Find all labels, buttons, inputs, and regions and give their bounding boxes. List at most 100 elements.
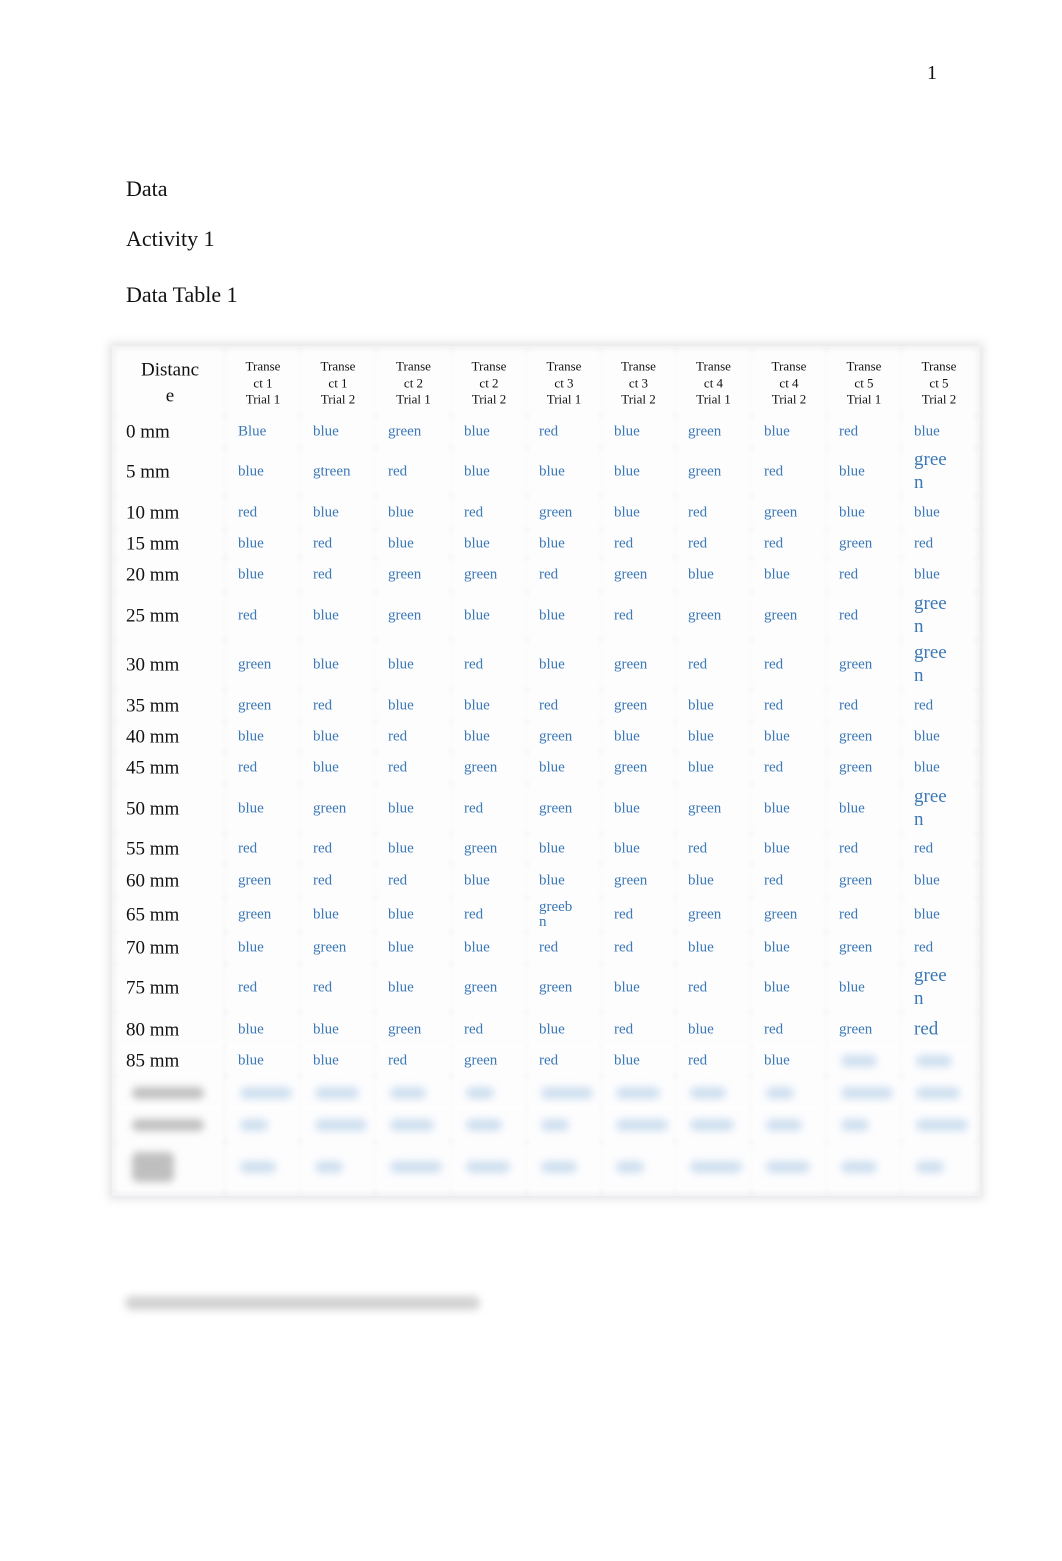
- table-cell: red: [228, 836, 298, 862]
- table-cell: blue: [454, 532, 524, 556]
- cell-value: blue: [313, 607, 339, 624]
- cell-value: green: [764, 607, 798, 624]
- table-cell: green: [228, 900, 298, 930]
- cell-value: blue: [388, 535, 414, 552]
- table-cell: blue: [678, 754, 749, 782]
- distance-cell: 45 mm: [118, 754, 222, 782]
- distance-label: 55 mm: [126, 838, 180, 860]
- table-cell: green: [604, 866, 673, 896]
- table-cell: red: [454, 642, 524, 688]
- cell-value: green: [388, 566, 422, 583]
- cell-value: red: [238, 840, 258, 857]
- cell-value: blue: [464, 728, 490, 745]
- table-cell-blurred: [754, 1078, 824, 1108]
- table-cell: blue: [604, 1048, 673, 1074]
- distance-label: 15 mm: [126, 533, 180, 555]
- cell-value: green: [614, 566, 648, 583]
- blurred-distance: [132, 1119, 204, 1131]
- table-cell-blurred: [829, 1110, 899, 1140]
- cell-value: red: [388, 759, 408, 776]
- cell-value: red: [388, 463, 408, 480]
- table-cell: [829, 1048, 899, 1074]
- table-cell-blurred: [303, 1110, 373, 1140]
- table-cell-blurred: [529, 1144, 599, 1190]
- distance-label: 60 mm: [126, 870, 180, 892]
- table-cell: blue: [678, 560, 749, 590]
- cell-value: blue: [464, 535, 490, 552]
- table-cell: greeb n: [529, 900, 599, 930]
- cell-value: green: [614, 656, 648, 673]
- table-cell: green: [454, 836, 524, 862]
- table-cell: blue: [228, 786, 298, 832]
- cell-value: blue: [388, 939, 414, 956]
- cell-value: red: [839, 840, 859, 857]
- cell-value: gree n: [914, 786, 947, 830]
- distance-cell: 20 mm: [118, 560, 222, 590]
- cell-value: blue: [914, 872, 940, 889]
- cell-value: blue: [539, 656, 565, 673]
- table-cell: green: [454, 1048, 524, 1074]
- cell-value: blue: [238, 939, 264, 956]
- cell-value: green: [238, 697, 272, 714]
- cell-value: red: [464, 906, 484, 923]
- cell-value: green: [839, 872, 873, 889]
- cell-value: green: [614, 697, 648, 714]
- cell-value: blue: [388, 800, 414, 817]
- table-cell: green: [829, 934, 899, 962]
- table-cell: blue: [454, 594, 524, 638]
- table-cell: green: [678, 418, 749, 446]
- table-cell-blurred: [829, 1078, 899, 1108]
- cell-value: blue: [388, 840, 414, 857]
- cell-value: red: [764, 697, 784, 714]
- table-cell: green: [678, 594, 749, 638]
- table-cell: red: [303, 966, 373, 1010]
- table-row: 30 mm green blue blue red blue green red red gree…: [112, 642, 980, 688]
- cell-value: blue: [614, 728, 640, 745]
- table-cell-blurred: [604, 1078, 673, 1108]
- table-cell: red: [303, 836, 373, 862]
- table-cell: blue: [378, 900, 449, 930]
- blurred-table-row: [112, 1078, 980, 1108]
- table-cell: blue: [678, 692, 749, 720]
- table-cell: blue: [378, 934, 449, 962]
- table-cell: red: [904, 836, 974, 862]
- column-header: Transe ct 2 Trial 2: [471, 358, 507, 407]
- cell-value: green: [839, 728, 873, 745]
- cell-value: red: [688, 504, 708, 521]
- column-header-cell: Transe ct 2 Trial 2: [454, 352, 524, 414]
- column-header-cell: Transe ct 4 Trial 1: [678, 352, 749, 414]
- cell-value: green: [688, 607, 722, 624]
- column-header-cell: Transe ct 5 Trial 1: [829, 352, 899, 414]
- cell-value: red: [614, 607, 634, 624]
- table-cell-blurred: [529, 1078, 599, 1108]
- table-cell: blue: [454, 418, 524, 446]
- column-header-cell: Transe ct 2 Trial 1: [378, 352, 449, 414]
- table-cell: blue: [228, 560, 298, 590]
- table-cell: red: [529, 560, 599, 590]
- cell-value: blue: [614, 463, 640, 480]
- column-header: Transe ct 5 Trial 2: [921, 358, 957, 407]
- cell-value: red: [238, 504, 258, 521]
- table-cell: blue: [529, 532, 599, 556]
- table-cell: red: [678, 836, 749, 862]
- header-row: Distanc e Transe ct 1 Trial 1 Transe ct 1 …: [112, 352, 980, 414]
- table-cell: blue: [904, 724, 974, 750]
- cell-value: green: [464, 979, 498, 996]
- cell-value: blue: [614, 800, 640, 817]
- table-cell: blue: [604, 966, 673, 1010]
- table-cell-blurred: [904, 1078, 974, 1108]
- cell-value: red: [839, 906, 859, 923]
- table-row: 10 mm red blue blue red green blue red green blue…: [112, 498, 980, 528]
- table-cell: green: [454, 966, 524, 1010]
- cell-value: red: [539, 697, 559, 714]
- table-cell: green: [529, 498, 599, 528]
- blurred-value: [766, 1087, 794, 1099]
- distance-label: 5 mm: [126, 461, 170, 483]
- cell-value: blue: [614, 504, 640, 521]
- table-row: 65 mm green blue blue red greeb n red green gree…: [112, 900, 980, 930]
- cell-value: green: [388, 607, 422, 624]
- table-cell: red: [228, 966, 298, 1010]
- cell-value: green: [464, 759, 498, 776]
- table-cell: green: [829, 724, 899, 750]
- table-cell: blue: [529, 866, 599, 896]
